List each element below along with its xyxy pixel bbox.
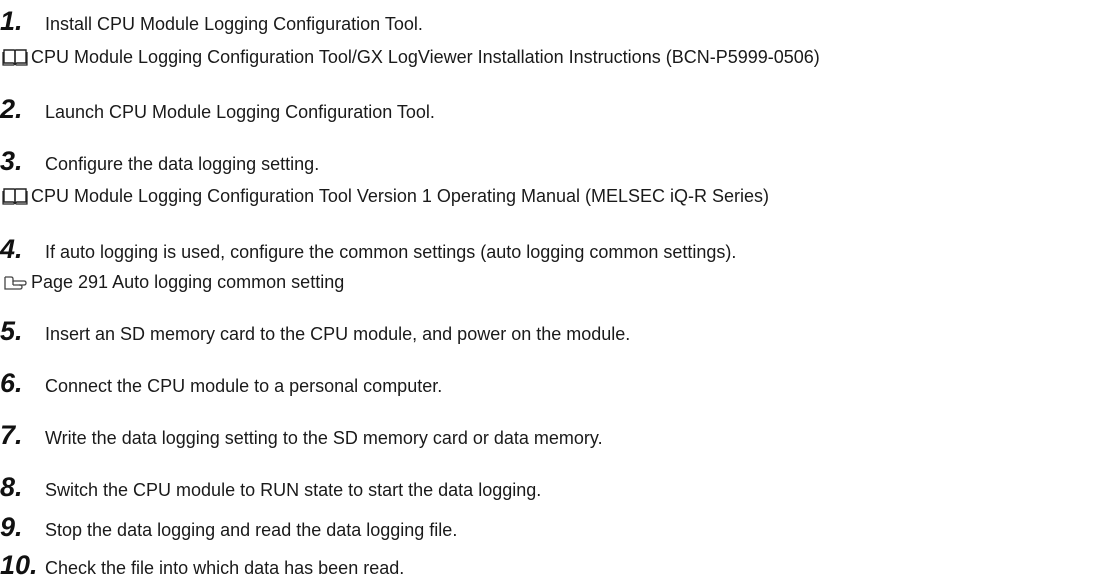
step-10: 10. Check the file into which data has b… — [0, 552, 404, 579]
step-text: Install CPU Module Logging Configuration… — [45, 14, 423, 34]
step-1: 1. Install CPU Module Logging Configurat… — [0, 8, 423, 35]
step-text: Switch the CPU module to RUN state to st… — [45, 480, 542, 500]
step-number: 9. — [0, 512, 23, 542]
step-text: Stop the data logging and read the data … — [45, 520, 458, 540]
step-number: 5. — [0, 316, 23, 346]
step-number: 1. — [0, 6, 23, 36]
manual-reference-2: CPU Module Logging Configuration Tool Ve… — [2, 186, 769, 206]
manual-book-icon — [2, 49, 28, 66]
step-text: If auto logging is used, configure the c… — [45, 242, 737, 262]
step-3: 3. Configure the data logging setting. — [0, 148, 319, 175]
step-number: 6. — [0, 368, 23, 398]
step-number: 2. — [0, 94, 23, 124]
step-text: Check the file into which data has been … — [45, 558, 405, 578]
step-text: Launch CPU Module Logging Configuration … — [45, 102, 435, 122]
step-number: 10. — [0, 550, 38, 580]
step-number: 3. — [0, 146, 23, 176]
step-number: 7. — [0, 420, 23, 450]
reference-text: CPU Module Logging Configuration Tool/GX… — [31, 47, 820, 67]
step-5: 5. Insert an SD memory card to the CPU m… — [0, 318, 630, 345]
page-reference[interactable]: Page 291 Auto logging common setting — [2, 272, 344, 292]
step-6: 6. Connect the CPU module to a personal … — [0, 370, 442, 397]
step-7: 7. Write the data logging setting to the… — [0, 422, 603, 449]
step-4: 4. If auto logging is used, configure th… — [0, 236, 736, 263]
step-2: 2. Launch CPU Module Logging Configurati… — [0, 96, 435, 123]
manual-book-icon — [2, 188, 28, 205]
step-text: Write the data logging setting to the SD… — [45, 428, 603, 448]
reference-text: Page 291 Auto logging common setting — [31, 272, 345, 292]
reference-text: CPU Module Logging Configuration Tool Ve… — [31, 186, 770, 206]
step-number: 4. — [0, 234, 23, 264]
step-9: 9. Stop the data logging and read the da… — [0, 514, 457, 541]
page-reference-icon — [4, 276, 27, 290]
manual-reference-1: CPU Module Logging Configuration Tool/GX… — [2, 47, 820, 67]
step-number: 8. — [0, 472, 23, 502]
step-text: Configure the data logging setting. — [45, 154, 320, 174]
step-text: Insert an SD memory card to the CPU modu… — [45, 324, 631, 344]
step-8: 8. Switch the CPU module to RUN state to… — [0, 474, 541, 501]
step-text: Connect the CPU module to a personal com… — [45, 376, 443, 396]
